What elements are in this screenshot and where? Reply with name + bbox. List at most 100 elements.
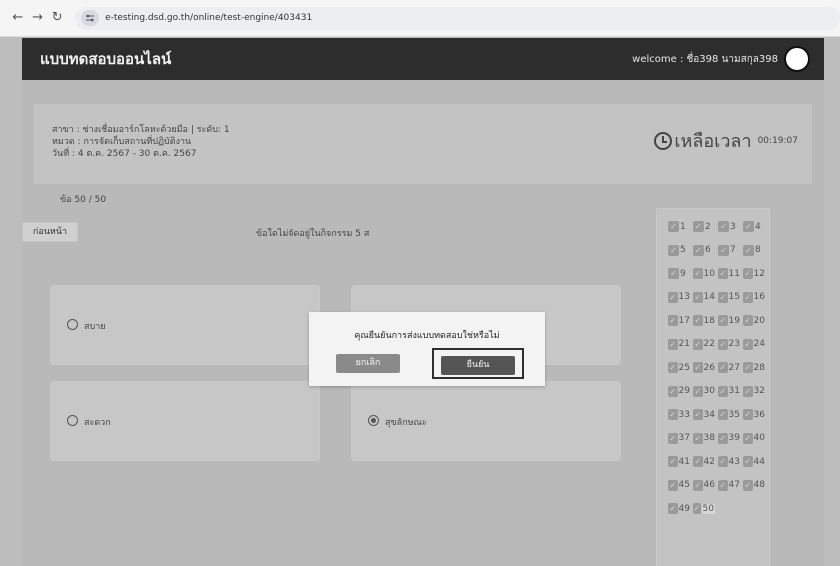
choice-3[interactable]: สะดวก (50, 381, 320, 461)
checked-icon: ✓ (693, 315, 703, 326)
radio-button[interactable] (67, 415, 78, 426)
question-nav-item[interactable]: ✓ 49 (668, 500, 690, 517)
question-nav-item[interactable]: ✓ 44 (743, 453, 765, 470)
question-nav-item[interactable]: ✓ 13 (668, 289, 690, 306)
question-nav-item[interactable]: ✓ 21 (668, 336, 690, 353)
reload-icon[interactable]: ↻ (49, 10, 65, 26)
question-nav-item[interactable]: ✓ 22 (693, 336, 715, 353)
question-nav-item[interactable]: ✓ 20 (743, 312, 765, 329)
time-remaining-value: 00:19:07 (757, 135, 798, 146)
checked-icon: ✓ (668, 221, 679, 232)
question-nav-number: 45 (678, 480, 690, 490)
checked-icon: ✓ (668, 291, 678, 303)
checked-icon: ✓ (743, 385, 753, 397)
question-nav-number: 50 (701, 503, 715, 514)
question-nav-item[interactable]: ✓ 7 (718, 242, 740, 259)
question-nav-item[interactable]: ✓ 36 (743, 406, 765, 423)
question-nav-number: 49 (678, 503, 690, 514)
checked-icon: ✓ (718, 456, 728, 467)
question-nav-item[interactable]: ✓ 9 (668, 265, 690, 282)
question-nav-item[interactable]: ✓ 24 (743, 336, 765, 353)
choice-label: สุขลักษณะ (385, 418, 427, 428)
checked-icon: ✓ (718, 291, 728, 303)
question-nav-item[interactable]: ✓ 42 (693, 453, 715, 470)
question-nav-item[interactable]: ✓ 17 (668, 312, 690, 329)
checked-icon: ✓ (668, 315, 678, 326)
question-nav-item[interactable]: ✓ 43 (718, 453, 740, 470)
checked-icon: ✓ (718, 268, 728, 279)
question-nav-number: 5 (680, 245, 686, 255)
question-nav-item[interactable]: ✓ 2 (693, 218, 715, 235)
question-nav-item[interactable]: ✓ 39 (718, 430, 740, 447)
question-nav-item[interactable]: ✓ 40 (743, 430, 765, 447)
app-header: แบบทดสอบออนไลน์ welcome : ชื่อ398 นามสกุ… (22, 38, 824, 80)
question-nav-item[interactable]: ✓ 47 (718, 477, 740, 494)
question-nav-item[interactable]: ✓ 34 (693, 406, 715, 423)
question-nav-item[interactable]: ✓ 8 (743, 242, 765, 259)
question-nav-item[interactable]: ✓ 46 (693, 477, 715, 494)
question-nav-number: 10 (703, 268, 715, 279)
question-nav-number: 28 (753, 362, 765, 373)
checked-icon: ✓ (718, 315, 728, 326)
choice-4[interactable]: สุขลักษณะ (351, 381, 621, 461)
avatar[interactable] (784, 46, 810, 72)
choice-1[interactable]: สบาย (50, 285, 320, 365)
question-nav-number: 40 (753, 433, 765, 443)
cancel-button[interactable]: ยกเลิก (336, 354, 400, 373)
checked-icon: ✓ (743, 291, 753, 303)
question-nav-item[interactable]: ✓ 11 (718, 265, 740, 282)
question-nav-item[interactable]: ✓ 37 (668, 430, 690, 447)
question-nav-item[interactable]: ✓ 38 (693, 430, 715, 447)
radio-button[interactable] (67, 319, 78, 330)
question-nav-item[interactable]: ✓ 3 (718, 218, 740, 235)
back-arrow-icon[interactable]: ← (10, 10, 26, 26)
question-nav-item[interactable]: ✓ 50 (693, 500, 715, 517)
confirm-button[interactable]: ยืนยัน (441, 356, 515, 375)
confirm-submit-dialog: คุณยืนยันการส่งแบบทดสอบใช่หรือไม่ ยกเลิก… (309, 312, 545, 386)
question-nav-item[interactable]: ✓ 23 (718, 336, 740, 353)
question-counter: ข้อ 50 / 50 (60, 195, 107, 205)
question-nav-item[interactable]: ✓ 30 (693, 383, 715, 400)
question-nav-item[interactable]: ✓ 12 (743, 265, 765, 282)
checked-icon: ✓ (718, 244, 729, 256)
question-nav-item[interactable]: ✓ 41 (668, 453, 690, 470)
question-nav-item[interactable]: ✓ 15 (718, 289, 740, 306)
question-nav-item[interactable]: ✓ 33 (668, 406, 690, 423)
question-nav-item[interactable]: ✓ 35 (718, 406, 740, 423)
question-nav-item[interactable]: ✓ 29 (668, 383, 690, 400)
question-nav-item[interactable]: ✓ 6 (693, 242, 715, 259)
choice-label: สะดวก (84, 418, 111, 428)
question-nav-number: 17 (678, 315, 690, 326)
question-nav-item[interactable]: ✓ 27 (718, 359, 740, 376)
previous-button[interactable]: ก่อนหน้า (22, 222, 78, 242)
time-remaining: เหลือเวลา 00:19:07 (654, 126, 798, 155)
question-nav-item[interactable]: ✓ 19 (718, 312, 740, 329)
question-nav-item[interactable]: ✓ 5 (668, 242, 690, 259)
checked-icon: ✓ (693, 432, 703, 444)
question-nav-item[interactable]: ✓ 18 (693, 312, 715, 329)
forward-arrow-icon[interactable]: → (30, 10, 46, 26)
question-nav-number: 24 (753, 339, 765, 349)
question-nav-item[interactable]: ✓ 25 (668, 359, 690, 376)
checked-icon: ✓ (668, 268, 679, 279)
question-nav-item[interactable]: ✓ 16 (743, 289, 765, 306)
question-nav-item[interactable]: ✓ 28 (743, 359, 765, 376)
question-nav-item[interactable]: ✓ 48 (743, 477, 765, 494)
checked-icon: ✓ (668, 479, 678, 491)
question-nav-item[interactable]: ✓ 10 (693, 265, 715, 282)
checked-icon: ✓ (693, 362, 703, 373)
question-nav-item[interactable]: ✓ 26 (693, 359, 715, 376)
question-nav-number: 2 (705, 221, 711, 232)
site-settings-icon[interactable] (81, 10, 100, 26)
address-bar[interactable]: e-testing.dsd.go.th/online/test-engine/4… (75, 6, 840, 30)
checked-icon: ✓ (693, 503, 701, 514)
question-nav-item[interactable]: ✓ 31 (718, 383, 740, 400)
question-nav-item[interactable]: ✓ 45 (668, 477, 690, 494)
question-nav-item[interactable]: ✓ 4 (743, 218, 765, 235)
question-nav-item[interactable]: ✓ 32 (743, 383, 765, 400)
radio-button-selected[interactable] (368, 415, 379, 426)
question-nav-number: 29 (678, 386, 690, 396)
question-nav-item[interactable]: ✓ 14 (693, 289, 715, 306)
exam-date: วันที่ : 4 ต.ค. 2567 - 30 ต.ค. 2567 (52, 149, 197, 159)
question-nav-item[interactable]: ✓ 1 (668, 218, 690, 235)
